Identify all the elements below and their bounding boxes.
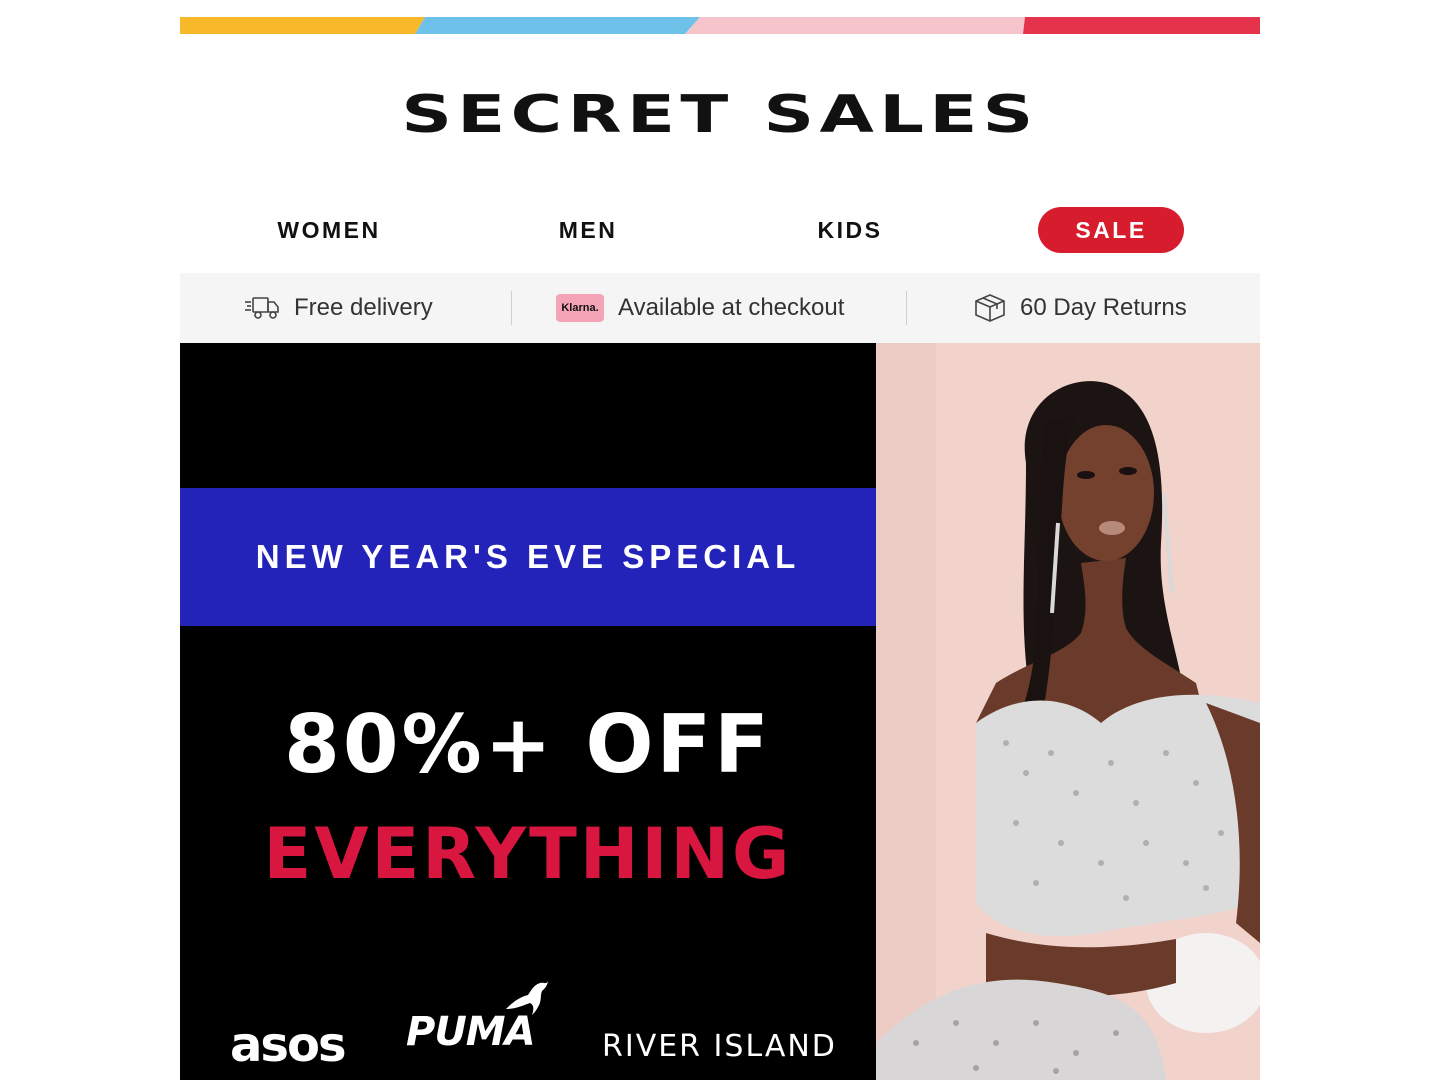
nav-sale-button[interactable]: SALE xyxy=(1038,207,1184,253)
promo-band-text: NEW YEAR'S EVE SPECIAL xyxy=(255,538,801,575)
benefits-bar: Free delivery Klarna. Available at check… xyxy=(180,273,1260,343)
hero-model-photo xyxy=(876,343,1260,1080)
brand-puma-logo: PUMA xyxy=(406,981,548,1055)
benefit-divider xyxy=(511,291,512,325)
delivery-truck-icon xyxy=(244,295,280,321)
brand-logos: asos PUMA RIVER ISLAND xyxy=(180,981,876,1080)
benefit-label: Free delivery xyxy=(294,294,433,321)
nav-kids[interactable]: KIDS xyxy=(790,207,910,253)
benefit-returns: 60 Day Returns xyxy=(974,273,1187,343)
stripe-blue xyxy=(415,17,700,34)
nav-men[interactable]: MEN xyxy=(528,207,648,253)
brand-asos-logo: asos xyxy=(230,1017,347,1073)
brand-river-island-logo: RIVER ISLAND xyxy=(602,1029,837,1064)
stripe-yellow xyxy=(180,17,425,34)
benefit-label: 60 Day Returns xyxy=(1020,294,1187,321)
hero-banner[interactable]: NEW YEAR'S EVE SPECIAL 80%+ OFF EVERYTHI… xyxy=(180,343,1260,1080)
headline-everything: EVERYTHING xyxy=(263,813,793,895)
headline-discount: 80%+ OFF xyxy=(284,698,772,791)
model-photo-illustration xyxy=(876,343,1260,1080)
hero-promo-panel: NEW YEAR'S EVE SPECIAL 80%+ OFF EVERYTHI… xyxy=(180,343,876,1080)
benefit-free-delivery: Free delivery xyxy=(244,273,433,343)
benefit-klarna: Klarna. Available at checkout xyxy=(556,273,844,343)
klarna-badge: Klarna. xyxy=(556,294,604,322)
nav-women[interactable]: WOMEN xyxy=(254,207,404,253)
stripe-red xyxy=(1023,17,1260,34)
box-icon xyxy=(974,293,1006,323)
benefit-divider xyxy=(906,291,907,325)
main-nav: WOMEN MEN KIDS SALE xyxy=(180,207,1260,267)
brand-logo[interactable]: SECRET SALES xyxy=(180,85,1260,145)
email-container: SECRET SALES WOMEN MEN KIDS SALE Free de… xyxy=(180,17,1260,1080)
promo-band: NEW YEAR'S EVE SPECIAL xyxy=(180,488,876,626)
puma-cat-icon xyxy=(506,981,548,1015)
benefit-label: Available at checkout xyxy=(618,294,845,321)
top-color-stripe xyxy=(180,17,1260,34)
stripe-pink xyxy=(685,17,1025,34)
